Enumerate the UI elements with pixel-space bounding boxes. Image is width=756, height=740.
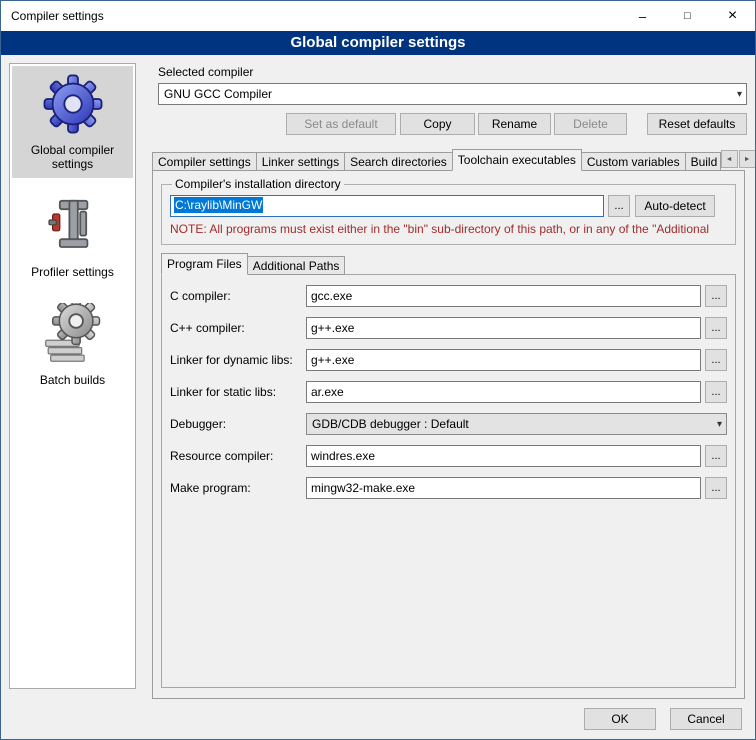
sidebar-item-label: Batch builds: [14, 373, 131, 387]
tab-search-directories[interactable]: Search directories: [344, 152, 453, 171]
titlebar: Compiler settings – □ ×: [1, 1, 755, 31]
settings-sidebar: Global compiler settings Profiler settin…: [9, 63, 136, 689]
installation-directory-group: Compiler's installation directory C:\ray…: [161, 177, 736, 245]
installation-directory-row: C:\raylib\MinGW ... Auto-detect: [170, 195, 715, 217]
tab-scroll-left-button[interactable]: ◄: [721, 150, 738, 168]
tab-additional-paths[interactable]: Additional Paths: [247, 256, 346, 275]
tab-scroll-right-icon: ►: [744, 156, 751, 163]
chevron-down-icon: ▾: [717, 419, 722, 430]
field-label: Make program:: [170, 481, 306, 495]
copy-button[interactable]: Copy: [400, 113, 475, 135]
set-as-default-button[interactable]: Set as default: [286, 113, 396, 135]
sidebar-item-label: Global compiler settings: [14, 143, 131, 171]
cpp-compiler-browse-button[interactable]: ...: [705, 317, 727, 339]
tab-toolchain-executables[interactable]: Toolchain executables: [452, 149, 582, 171]
install-dir-browse-button[interactable]: ...: [608, 195, 630, 217]
minimize-button[interactable]: –: [620, 1, 665, 31]
minimize-icon: –: [639, 9, 646, 24]
close-button[interactable]: ×: [710, 1, 755, 31]
static-libs-linker-input[interactable]: [306, 381, 701, 403]
settings-tabstrip: Compiler settings Linker settings Search…: [152, 149, 745, 171]
cpp-compiler-input[interactable]: [306, 317, 701, 339]
toolchain-executables-panel: Compiler's installation directory C:\ray…: [152, 170, 745, 699]
field-label: Debugger:: [170, 417, 306, 431]
field-label: C++ compiler:: [170, 321, 306, 335]
tab-program-files[interactable]: Program Files: [161, 253, 248, 275]
profiler-clamp-icon: [14, 193, 131, 259]
tab-custom-variables[interactable]: Custom variables: [581, 152, 686, 171]
gray-gear-stack-icon: [14, 301, 131, 367]
field-row-debugger: Debugger: GDB/CDB debugger : Default ▾: [170, 413, 727, 435]
program-files-panel: C compiler: ... C++ compiler: ... Linker…: [161, 274, 736, 688]
c-compiler-input[interactable]: [306, 285, 701, 307]
install-dir-input[interactable]: C:\raylib\MinGW: [170, 195, 604, 217]
install-dir-selected-text: C:\raylib\MinGW: [174, 197, 263, 213]
resource-compiler-browse-button[interactable]: ...: [705, 445, 727, 467]
make-program-browse-button[interactable]: ...: [705, 477, 727, 499]
field-row-resource-compiler: Resource compiler: ...: [170, 445, 727, 467]
selected-compiler-label: Selected compiler: [158, 65, 747, 79]
maximize-icon: □: [684, 10, 691, 22]
field-row-dynamic-linker: Linker for dynamic libs: ...: [170, 349, 727, 371]
make-program-input[interactable]: [306, 477, 701, 499]
field-label: Linker for dynamic libs:: [170, 353, 306, 367]
static-libs-browse-button[interactable]: ...: [705, 381, 727, 403]
dynamic-libs-browse-button[interactable]: ...: [705, 349, 727, 371]
tab-scroll-right-button[interactable]: ►: [739, 150, 756, 168]
page-title: Global compiler settings: [1, 31, 755, 55]
window-title: Compiler settings: [1, 9, 620, 23]
auto-detect-button[interactable]: Auto-detect: [635, 195, 715, 217]
tab-scroll-left-icon: ◄: [726, 156, 733, 163]
dynamic-libs-linker-input[interactable]: [306, 349, 701, 371]
tab-compiler-settings[interactable]: Compiler settings: [152, 152, 257, 171]
installation-directory-legend: Compiler's installation directory: [172, 177, 344, 191]
dialog-footer: OK Cancel: [584, 708, 742, 730]
field-row-cpp-compiler: C++ compiler: ...: [170, 317, 727, 339]
field-label: C compiler:: [170, 289, 306, 303]
field-row-static-linker: Linker for static libs: ...: [170, 381, 727, 403]
rename-button[interactable]: Rename: [478, 113, 551, 135]
tab-linker-settings[interactable]: Linker settings: [256, 152, 345, 171]
resource-compiler-input[interactable]: [306, 445, 701, 467]
compiler-button-row: Set as default Copy Rename Delete Reset …: [158, 113, 747, 135]
main-panel: Selected compiler GNU GCC Compiler ▾ Set…: [146, 61, 747, 699]
sidebar-item-profiler-settings[interactable]: Profiler settings: [12, 188, 133, 286]
maximize-button[interactable]: □: [665, 1, 710, 31]
selected-compiler-value: GNU GCC Compiler: [164, 87, 733, 101]
tab-scroll-buttons: ◄ ►: [720, 150, 756, 168]
sidebar-item-label: Profiler settings: [14, 265, 131, 279]
compiler-settings-window: Compiler settings – □ × Global compiler …: [0, 0, 756, 740]
c-compiler-browse-button[interactable]: ...: [705, 285, 727, 307]
debugger-select[interactable]: GDB/CDB debugger : Default ▾: [306, 413, 727, 435]
field-row-c-compiler: C compiler: ...: [170, 285, 727, 307]
cancel-button[interactable]: Cancel: [670, 708, 742, 730]
bin-subdirectory-note: NOTE: All programs must exist either in …: [170, 222, 715, 236]
tab-build-options[interactable]: Build: [685, 152, 721, 171]
blue-gear-icon: [14, 71, 131, 137]
debugger-value: GDB/CDB debugger : Default: [312, 417, 713, 431]
field-label: Resource compiler:: [170, 449, 306, 463]
field-label: Linker for static libs:: [170, 385, 306, 399]
reset-defaults-button[interactable]: Reset defaults: [647, 113, 747, 135]
sidebar-item-global-compiler-settings[interactable]: Global compiler settings: [12, 66, 133, 178]
ok-button[interactable]: OK: [584, 708, 656, 730]
chevron-down-icon: ▾: [737, 89, 742, 100]
program-files-tabstrip: Program Files Additional Paths: [161, 253, 738, 275]
delete-button[interactable]: Delete: [554, 113, 627, 135]
selected-compiler-select[interactable]: GNU GCC Compiler ▾: [158, 83, 747, 105]
sidebar-item-batch-builds[interactable]: Batch builds: [12, 296, 133, 394]
field-row-make-program: Make program: ...: [170, 477, 727, 499]
close-icon: ×: [728, 7, 737, 25]
